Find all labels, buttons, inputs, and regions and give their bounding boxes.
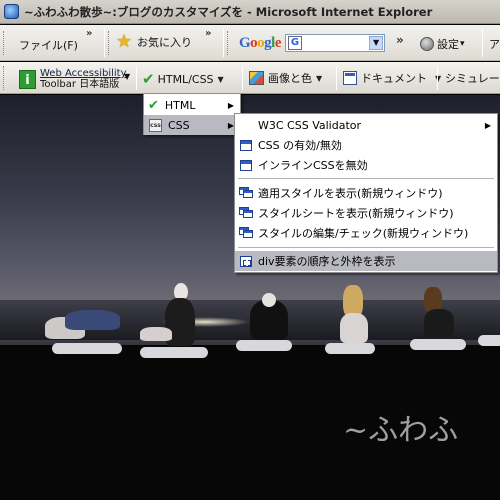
ie-app-icon xyxy=(4,4,19,19)
avatar-figure xyxy=(65,310,120,330)
images-colors-label: 画像と色 xyxy=(268,72,312,85)
toolbar-separator xyxy=(437,66,438,90)
documents-label: ドキュメント xyxy=(361,72,427,85)
menu-item-label: CSS の有効/無効 xyxy=(258,139,342,152)
cushion xyxy=(236,340,292,351)
blog-title-watermark: ~ふわふ xyxy=(343,413,459,448)
settings-button[interactable]: 設定 ▾ xyxy=(420,36,465,52)
css-file-icon: css xyxy=(149,118,162,132)
html-css-dropdown-menu: ✔ HTML ▶ css CSS ▶ xyxy=(143,93,241,135)
cushion xyxy=(140,347,208,358)
chevron-down-icon: ▼ xyxy=(435,73,442,83)
avatar-figure xyxy=(340,313,368,343)
favorites-label: お気に入り xyxy=(137,36,192,49)
html-css-menu-button[interactable]: ✔ HTML/CSS ▼ xyxy=(142,70,224,88)
google-g-icon: G xyxy=(288,36,303,50)
chevron-down-icon[interactable]: ▼ xyxy=(369,36,384,50)
info-icon: i xyxy=(19,69,36,89)
div-outline-icon xyxy=(240,255,252,267)
avatar-figure xyxy=(140,327,172,341)
menu-item-show-stylesheets[interactable]: スタイルシートを表示(新規ウィンドウ) xyxy=(235,203,497,223)
css-submenu: W3C CSS Validator ▶ CSS の有効/無効 インラインCSSを… xyxy=(234,113,498,273)
settings-icon xyxy=(420,37,434,51)
toolbar-separator xyxy=(336,66,337,90)
cushion xyxy=(478,335,500,346)
settings-label: 設定 xyxy=(437,38,459,51)
menu-item-label: 適用スタイルを表示(新規ウィンドウ) xyxy=(258,187,443,200)
new-window-icon xyxy=(239,187,253,199)
wat-logo-line2: Toolbar 日本語版 xyxy=(40,79,120,90)
menu-item-w3c-css-validator[interactable]: W3C CSS Validator ▶ xyxy=(235,115,497,135)
overflow-chevron[interactable]: » xyxy=(396,33,404,47)
toolbar-separator xyxy=(223,29,224,57)
menu-item-label: W3C CSS Validator xyxy=(258,118,362,132)
menu-item-toggle-css[interactable]: CSS の有効/無効 xyxy=(235,135,497,155)
menu-item-disable-inline-css[interactable]: インラインCSSを無効 xyxy=(235,155,497,175)
google-logo[interactable]: Google xyxy=(239,35,282,52)
settings-dropdown-arrow: ▾ xyxy=(460,39,465,49)
document-icon xyxy=(343,71,357,85)
wat-logo-text: Web Accessibility Toolbar 日本語版 xyxy=(40,68,127,90)
chevron-down-icon: ▼ xyxy=(316,73,323,83)
menu-item-show-applied-styles[interactable]: 適用スタイルを表示(新規ウィンドウ) xyxy=(235,183,497,203)
toolbar-grip[interactable] xyxy=(108,31,111,55)
menu-item-label: スタイルシートを表示(新規ウィンドウ) xyxy=(258,207,454,220)
toolbar-edge-item[interactable]: ア xyxy=(489,36,500,52)
menu-item-show-div-order[interactable]: div要素の順序と外枠を表示 xyxy=(235,251,497,271)
checkmark-icon: ✔ xyxy=(142,70,155,88)
new-window-icon xyxy=(239,207,253,219)
wat-logo-line1: Web Accessibility xyxy=(40,68,127,79)
menu-item-label: インラインCSSを無効 xyxy=(258,159,368,172)
menu-item-edit-check-styles[interactable]: スタイルの編集/チェック(新規ウィンドウ) xyxy=(235,223,497,243)
html-css-label: HTML/CSS xyxy=(157,72,214,86)
toolbar-grip[interactable] xyxy=(3,66,6,90)
avatar-hair xyxy=(262,293,276,307)
toolbar-separator xyxy=(136,66,137,90)
window-icon xyxy=(240,159,252,171)
star-icon: ★ xyxy=(116,31,133,52)
image-icon xyxy=(249,71,264,85)
toolbar-separator xyxy=(242,66,243,90)
accessibility-toolbar: i Web Accessibility Toolbar 日本語版 ▼ ✔ HTM… xyxy=(0,62,500,94)
toolbar-separator xyxy=(104,29,105,57)
overflow-chevron[interactable]: » xyxy=(205,28,211,39)
cushion xyxy=(52,343,122,354)
edge-item-label: ア xyxy=(489,38,500,51)
menu-separator xyxy=(238,178,494,179)
simulation-menu-button[interactable]: シミュレーシ xyxy=(445,70,500,86)
menu-item-label: スタイルの編集/チェック(新規ウィンドウ) xyxy=(258,227,469,240)
avatar-figure xyxy=(424,309,454,337)
chevron-down-icon: ▼ xyxy=(217,74,224,84)
wat-dropdown-arrow[interactable]: ▼ xyxy=(124,72,130,81)
submenu-arrow-icon: ▶ xyxy=(227,100,234,110)
google-search-input[interactable]: G ▼ xyxy=(285,34,386,52)
menu-separator xyxy=(238,247,494,248)
favorites-button[interactable]: ★ お気に入り xyxy=(116,33,192,51)
file-menu-label: ファイル(F) xyxy=(19,39,78,52)
toolbar-separator xyxy=(482,29,483,57)
window-icon xyxy=(240,139,252,151)
submenu-arrow-icon: ▶ xyxy=(484,120,491,130)
menu-item-label: HTML xyxy=(164,98,196,112)
file-menu[interactable]: ファイル(F) xyxy=(19,37,78,53)
standard-toolbar: ファイル(F) » ★ お気に入り » Google G ▼ » 設定 ▾ ア xyxy=(0,25,500,61)
checkmark-icon: ✔ xyxy=(148,97,159,113)
menu-item-label: CSS xyxy=(168,118,190,132)
window-title: ~ふわふわ散歩~:ブログのカスタマイズを - Microsoft Interne… xyxy=(24,4,433,19)
cushion xyxy=(410,339,466,350)
images-colors-menu-button[interactable]: 画像と色 ▼ xyxy=(249,70,322,86)
overflow-chevron[interactable]: » xyxy=(86,28,92,39)
menu-item-html[interactable]: ✔ HTML ▶ xyxy=(144,95,240,115)
simulation-label: シミュレーシ xyxy=(445,72,500,85)
menu-item-css[interactable]: css CSS ▶ xyxy=(144,115,240,135)
toolbar-grip[interactable] xyxy=(3,31,6,55)
toolbar-grip[interactable] xyxy=(227,31,230,55)
google-toolbar: Google G ▼ xyxy=(239,34,386,52)
documents-menu-button[interactable]: ドキュメント ▼ xyxy=(343,70,441,86)
cushion xyxy=(325,343,375,354)
title-bar: ~ふわふわ散歩~:ブログのカスタマイズを - Microsoft Interne… xyxy=(0,0,500,24)
wat-logo-button[interactable]: i Web Accessibility Toolbar 日本語版 xyxy=(19,68,127,90)
menu-item-label: div要素の順序と外枠を表示 xyxy=(258,255,396,268)
new-window-icon xyxy=(239,227,253,239)
